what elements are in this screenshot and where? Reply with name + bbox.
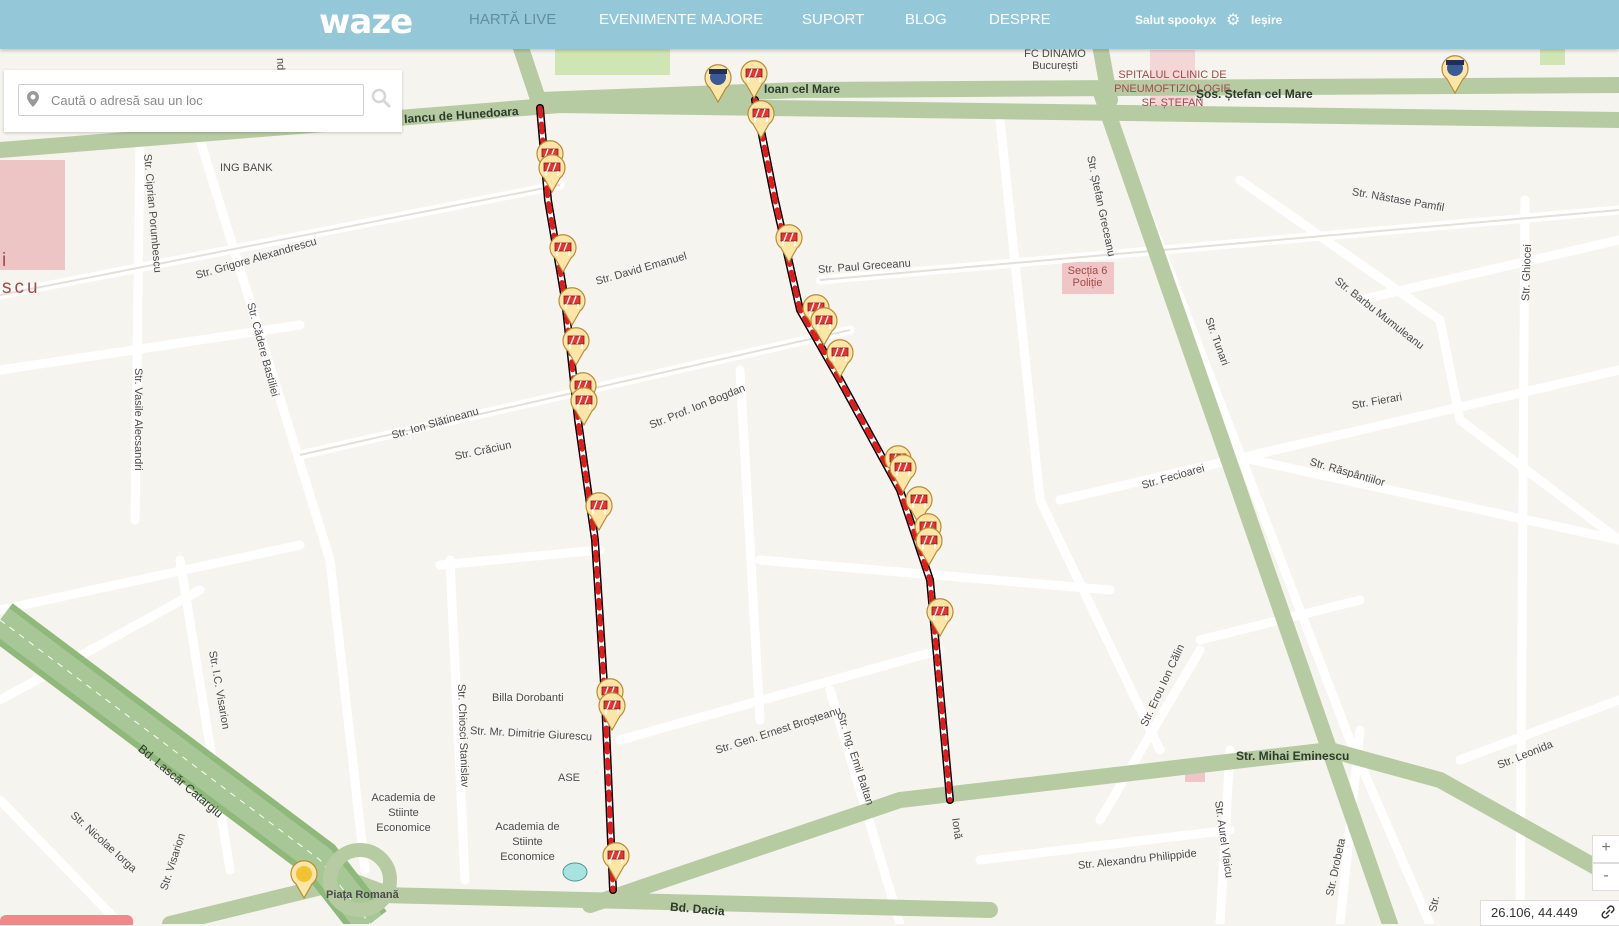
- street-label: Str. Vasile Alecsandri: [132, 368, 144, 471]
- poi-label[interactable]: FC DINAMO București: [1020, 48, 1090, 72]
- coordinates-readout: 26.106, 44.449: [1480, 900, 1619, 926]
- top-nav-bar: waze HARTĂ LIVE EVENIMENTE MAJORE SUPORT…: [0, 0, 1619, 49]
- nav-about[interactable]: DESPRE: [989, 11, 1051, 28]
- street-label: Ioan cel Mare: [764, 82, 841, 96]
- street-label: Str. Mihai Eminescu: [1236, 749, 1350, 763]
- zoom-in-button[interactable]: +: [1592, 835, 1619, 863]
- poi-label[interactable]: Academia de Stiinte Economice: [495, 820, 560, 865]
- wazer-icon[interactable]: [562, 862, 588, 882]
- area-label: i: [2, 250, 7, 271]
- live-map[interactable]: Str. Grigore Alexandrescu Str. David Ema…: [0, 0, 1619, 924]
- zoom-out-button[interactable]: -: [1592, 863, 1619, 891]
- location-pin-icon: [27, 91, 39, 107]
- nav-major-events[interactable]: EVENIMENTE MAJORE: [599, 11, 763, 28]
- search-panel: [4, 70, 402, 132]
- permalink-icon[interactable]: [1601, 905, 1615, 919]
- waze-logo[interactable]: waze: [319, 2, 413, 42]
- search-input[interactable]: [49, 85, 353, 115]
- coordinates-text: 26.106, 44.449: [1491, 905, 1578, 920]
- poi-label[interactable]: SPITALUL CLINIC DE PNEUMOFTIZIOLOGIE SF.…: [1110, 68, 1235, 110]
- gear-icon[interactable]: ⚙: [1226, 10, 1240, 30]
- poi-label[interactable]: ASE: [558, 772, 580, 784]
- place-label: Piața Romană: [326, 889, 399, 901]
- zoom-controls: + -: [1592, 835, 1619, 891]
- user-greeting[interactable]: Salut spookyx: [1135, 13, 1216, 27]
- map-canvas[interactable]: [0, 0, 1619, 924]
- poi-label[interactable]: Secția 6 Poliție: [1060, 265, 1115, 289]
- area-label: scu: [2, 277, 41, 298]
- nav-blog[interactable]: BLOG: [905, 11, 947, 28]
- street-label: Str. Ghiocei: [1520, 243, 1534, 302]
- poi-label[interactable]: Billa Dorobanti: [492, 692, 564, 704]
- poi-label[interactable]: Academia de Stiinte Economice: [371, 791, 436, 836]
- search-icon[interactable]: [371, 88, 391, 108]
- nav-live-map[interactable]: HARTĂ LIVE: [469, 11, 556, 28]
- search-box[interactable]: [18, 84, 364, 116]
- nav-support[interactable]: SUPORT: [802, 11, 864, 28]
- poi-label[interactable]: ING BANK: [220, 162, 273, 174]
- logout-link[interactable]: Ieșire: [1251, 13, 1282, 27]
